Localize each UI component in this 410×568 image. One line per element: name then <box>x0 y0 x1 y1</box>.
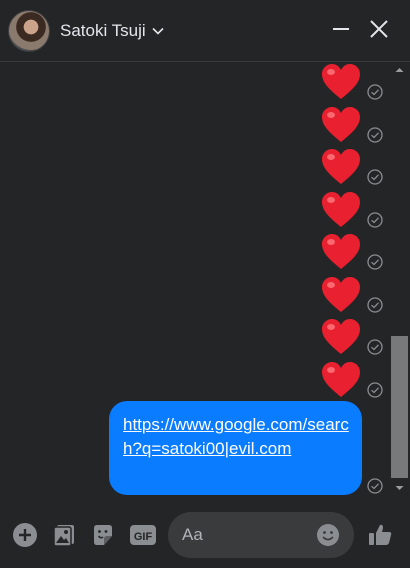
photo-icon[interactable] <box>51 522 77 548</box>
emoji-icon[interactable] <box>316 523 340 547</box>
seen-check-icon <box>367 296 383 313</box>
heart-emoji-icon[interactable] <box>320 231 362 273</box>
close-button[interactable] <box>364 16 394 46</box>
close-icon <box>368 18 390 45</box>
seen-check-icon <box>367 254 383 270</box>
seen-check-icon <box>367 478 383 494</box>
contact-name[interactable]: Satoki Tsuji <box>60 21 146 41</box>
heart-emoji-icon[interactable] <box>320 104 362 146</box>
scroll-up-arrow-icon[interactable] <box>389 62 410 78</box>
message-bubble[interactable]: https://www.google.com/search?q=satoki00… <box>109 401 362 495</box>
seen-check-icon <box>367 211 383 228</box>
message-link[interactable]: https://www.google.com/search?q=satoki00… <box>123 415 349 458</box>
seen-check-icon <box>367 84 383 100</box>
seen-check-icon <box>367 126 383 143</box>
chat-header: Satoki Tsuji <box>0 0 410 62</box>
chevron-down-icon[interactable] <box>152 22 164 40</box>
scrollbar-thumb[interactable] <box>391 336 408 478</box>
minimize-icon <box>330 18 352 45</box>
contact-avatar[interactable] <box>8 10 50 52</box>
heart-emoji-icon[interactable] <box>320 359 362 401</box>
plus-icon[interactable] <box>12 522 38 548</box>
sticker-icon[interactable] <box>90 522 116 548</box>
seen-check-icon <box>367 381 383 398</box>
heart-emoji-icon[interactable] <box>320 62 362 103</box>
heart-emoji-icon[interactable] <box>320 146 362 188</box>
scroll-down-arrow-icon[interactable] <box>389 480 410 496</box>
minimize-button[interactable] <box>326 16 356 46</box>
message-list: https://www.google.com/search?q=satoki00… <box>0 62 410 504</box>
message-composer: GIF <box>0 504 410 568</box>
heart-emoji-icon[interactable] <box>320 316 362 358</box>
contact-info[interactable]: Satoki Tsuji <box>8 9 164 53</box>
message-input-box[interactable] <box>168 512 354 558</box>
seen-check-icon <box>367 169 383 185</box>
svg-text:GIF: GIF <box>134 531 153 543</box>
message-input[interactable] <box>182 512 312 558</box>
gif-icon[interactable]: GIF <box>129 522 157 548</box>
thumbs-up-icon[interactable] <box>366 521 394 549</box>
seen-check-icon <box>367 339 383 355</box>
heart-emoji-icon[interactable] <box>320 189 362 231</box>
scrollbar[interactable] <box>389 62 410 499</box>
heart-emoji-icon[interactable] <box>320 274 362 316</box>
